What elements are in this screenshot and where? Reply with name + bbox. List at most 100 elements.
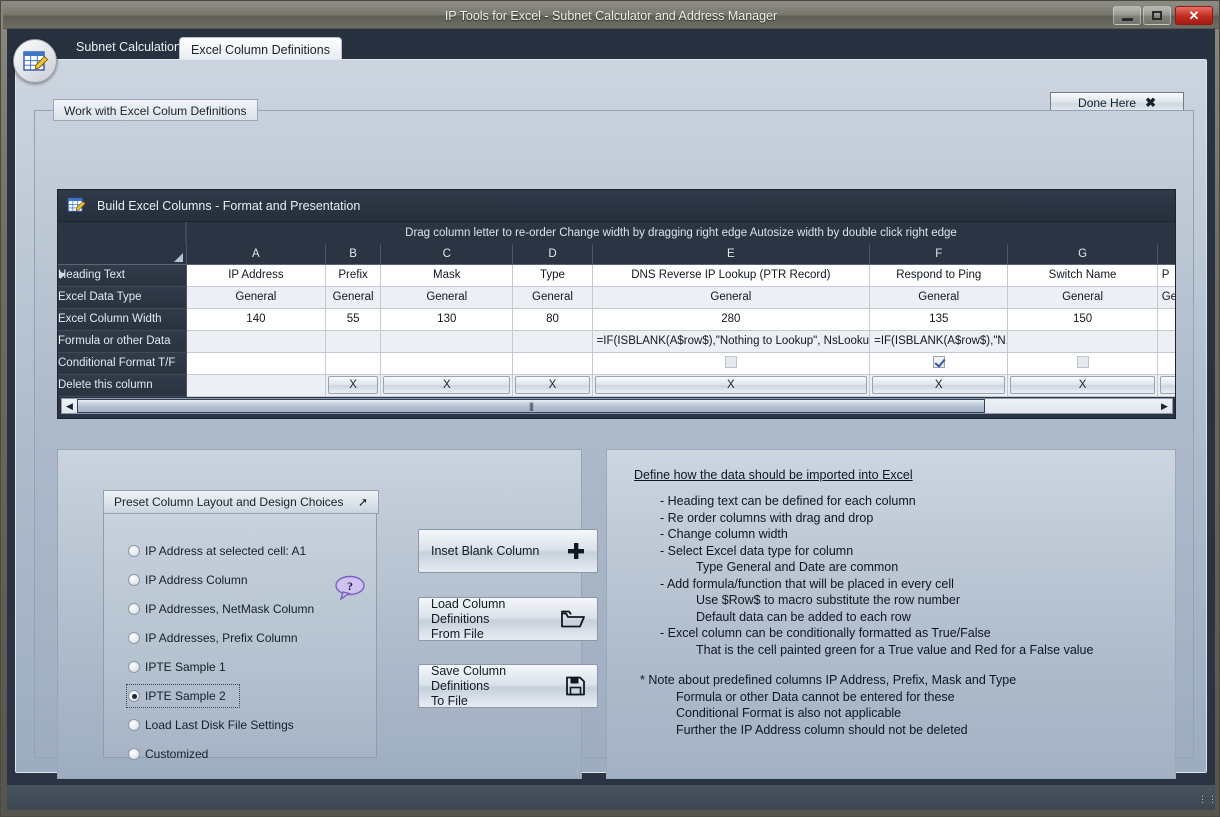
- cell-conditional-e[interactable]: [592, 352, 870, 374]
- preset-option-label: IP Address Column: [145, 573, 248, 587]
- cell-heading-h[interactable]: P: [1157, 264, 1175, 286]
- save-column-definitions-button[interactable]: Save Column Definitions To File: [418, 664, 598, 708]
- delete-column-button-e[interactable]: X: [595, 376, 868, 394]
- close-button[interactable]: ✕: [1175, 6, 1213, 25]
- row-label-text: Heading Text: [58, 269, 125, 281]
- preset-option-ip-address-at-selected-cell[interactable]: IP Address at selected cell: A1: [128, 541, 368, 561]
- application-window: IP Tools for Excel - Subnet Calculator a…: [0, 0, 1220, 817]
- cell-width-b[interactable]: 55: [326, 308, 381, 330]
- resize-grip-icon[interactable]: ⋮⋮: [1198, 795, 1210, 807]
- radio-icon[interactable]: [128, 661, 140, 673]
- cell-conditional-a: [186, 352, 325, 374]
- maximize-button[interactable]: [1143, 6, 1171, 25]
- cell-datatype-f[interactable]: General: [870, 286, 1008, 308]
- cell-formula-h[interactable]: [1157, 330, 1175, 352]
- chevron-up-icon[interactable]: ➚: [358, 495, 368, 509]
- column-header-e[interactable]: E: [592, 244, 870, 264]
- tab-excel-column-definitions[interactable]: Excel Column Definitions: [179, 37, 342, 61]
- column-header-a[interactable]: A: [186, 244, 325, 264]
- cell-heading-b[interactable]: Prefix: [326, 264, 381, 286]
- cell-width-d[interactable]: 80: [513, 308, 592, 330]
- preset-option-ipte-sample-2[interactable]: IPTE Sample 2: [128, 686, 238, 706]
- cell-heading-e[interactable]: DNS Reverse IP Lookup (PTR Record): [592, 264, 870, 286]
- cell-datatype-b[interactable]: General: [326, 286, 381, 308]
- column-header-f[interactable]: F: [870, 244, 1008, 264]
- preset-option-ip-address-column[interactable]: IP Address Column: [128, 570, 368, 590]
- radio-icon[interactable]: [128, 632, 140, 644]
- preset-option-ip-addresses-prefix-column[interactable]: IP Addresses, Prefix Column: [128, 628, 368, 648]
- cell-datatype-c[interactable]: General: [381, 286, 513, 308]
- radio-icon[interactable]: [128, 748, 140, 760]
- minimize-button[interactable]: [1113, 6, 1141, 25]
- cell-formula-f[interactable]: =IF(ISBLANK(A$row$),"N...: [870, 330, 1008, 352]
- cell-width-c[interactable]: 130: [381, 308, 513, 330]
- column-header-g[interactable]: G: [1008, 244, 1157, 264]
- cell-delete-e[interactable]: X: [592, 374, 870, 396]
- radio-icon[interactable]: [128, 603, 140, 615]
- preset-option-customized[interactable]: Customized: [128, 744, 368, 764]
- radio-icon[interactable]: [128, 545, 140, 557]
- preset-groupbox-header[interactable]: Preset Column Layout and Design Choices …: [103, 490, 379, 514]
- scrollbar-thumb[interactable]: |||: [77, 399, 985, 413]
- cell-delete-g[interactable]: X: [1008, 374, 1157, 396]
- column-header-h[interactable]: [1157, 244, 1175, 264]
- column-header-d[interactable]: D: [513, 244, 592, 264]
- cell-width-h[interactable]: [1157, 308, 1175, 330]
- cell-delete-h[interactable]: [1157, 374, 1175, 396]
- conditional-checkbox-g[interactable]: [1077, 356, 1089, 368]
- delete-column-button-g[interactable]: X: [1010, 376, 1154, 394]
- cell-width-e[interactable]: 280: [592, 308, 870, 330]
- conditional-checkbox-e[interactable]: [725, 356, 737, 368]
- cell-formula-g[interactable]: [1008, 330, 1157, 352]
- info-line: That is the cell painted green for a Tru…: [634, 642, 1175, 659]
- cell-heading-d[interactable]: Type: [513, 264, 592, 286]
- radio-icon[interactable]: [128, 690, 140, 702]
- cell-conditional-g[interactable]: [1008, 352, 1157, 374]
- cell-heading-a[interactable]: IP Address: [186, 264, 325, 286]
- cell-datatype-e[interactable]: General: [592, 286, 870, 308]
- cell-width-g[interactable]: 150: [1008, 308, 1157, 330]
- column-header-c[interactable]: C: [381, 244, 513, 264]
- column-header-b[interactable]: B: [326, 244, 381, 264]
- cell-delete-f[interactable]: X: [870, 374, 1008, 396]
- preset-option-ipte-sample-1[interactable]: IPTE Sample 1: [128, 657, 368, 677]
- cell-datatype-g[interactable]: General: [1008, 286, 1157, 308]
- window-title: IP Tools for Excel - Subnet Calculator a…: [3, 3, 1219, 29]
- cell-formula-e[interactable]: =IF(ISBLANK(A$row$),"Nothing to Lookup",…: [592, 330, 870, 352]
- preset-option-load-last-disk-file-settings[interactable]: Load Last Disk File Settings: [128, 715, 368, 735]
- load-column-definitions-button[interactable]: Load Column Definitions From File: [418, 597, 598, 641]
- conditional-checkbox-f[interactable]: [933, 356, 945, 368]
- insert-blank-column-button[interactable]: Inset Blank Column: [418, 529, 598, 573]
- delete-column-button-d[interactable]: X: [515, 376, 589, 394]
- cell-heading-c[interactable]: Mask: [381, 264, 513, 286]
- radio-icon[interactable]: [128, 574, 140, 586]
- cell-heading-f[interactable]: Respond to Ping: [870, 264, 1008, 286]
- cell-delete-b[interactable]: X: [326, 374, 381, 396]
- cell-datatype-h[interactable]: Ge: [1157, 286, 1175, 308]
- cell-datatype-d[interactable]: General: [513, 286, 592, 308]
- cell-datatype-a[interactable]: General: [186, 286, 325, 308]
- delete-column-button-c[interactable]: X: [383, 376, 510, 394]
- grid-horizontal-scrollbar[interactable]: ◀ ||| ▶: [61, 398, 1173, 414]
- cell-conditional-h[interactable]: [1157, 352, 1175, 374]
- cell-width-a[interactable]: 140: [186, 308, 325, 330]
- scroll-left-arrow-icon[interactable]: ◀: [62, 399, 77, 413]
- delete-column-button-b[interactable]: X: [328, 376, 378, 394]
- delete-column-button-f[interactable]: X: [872, 376, 1005, 394]
- scroll-right-arrow-icon[interactable]: ▶: [1157, 399, 1172, 413]
- radio-icon[interactable]: [128, 719, 140, 731]
- cell-conditional-f[interactable]: [870, 352, 1008, 374]
- row-label-delete-column: Delete this column: [58, 374, 186, 396]
- scrollbar-track[interactable]: |||: [77, 399, 1157, 413]
- question-bubble-icon[interactable]: ?: [334, 574, 366, 600]
- cell-delete-c[interactable]: X: [381, 374, 513, 396]
- delete-column-button-h[interactable]: [1160, 376, 1175, 394]
- cell-formula-c: [381, 330, 513, 352]
- cell-width-f[interactable]: 135: [870, 308, 1008, 330]
- cell-conditional-b: [326, 352, 381, 374]
- column-definitions-grid-panel: Build Excel Columns - Format and Present…: [57, 189, 1176, 419]
- preset-option-ip-addresses-netmask-column[interactable]: IP Addresses, NetMask Column: [128, 599, 368, 619]
- cell-delete-d[interactable]: X: [513, 374, 592, 396]
- button-label-line1: Save Column Definitions: [431, 664, 559, 694]
- cell-heading-g[interactable]: Switch Name: [1008, 264, 1157, 286]
